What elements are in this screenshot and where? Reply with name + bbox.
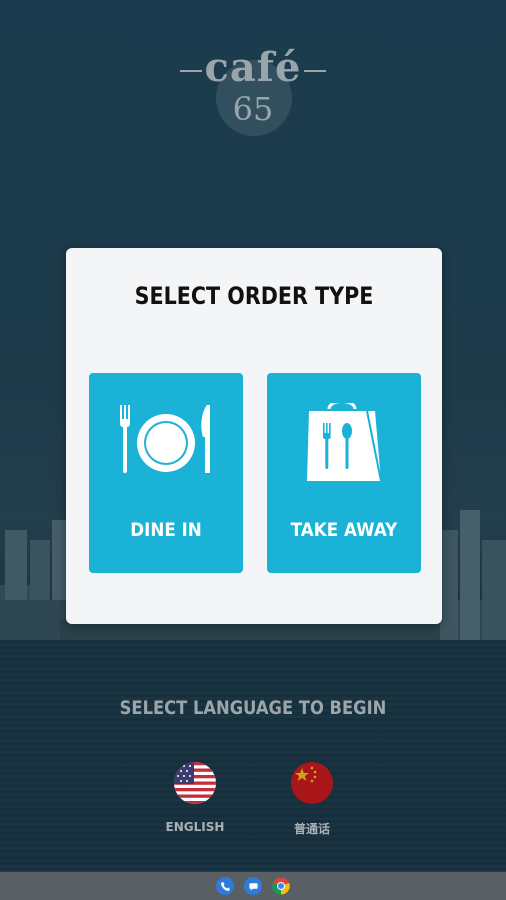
chrome-icon[interactable] xyxy=(272,877,290,895)
phone-icon[interactable] xyxy=(216,877,234,895)
language-mandarin-label: 普通话 xyxy=(293,822,330,836)
logo-brand-number: 65 xyxy=(232,90,274,128)
dine-in-label: DINE IN xyxy=(130,519,202,541)
takeaway-bag-icon xyxy=(307,403,382,482)
language-english-button[interactable]: ENGLISH xyxy=(155,762,235,834)
messages-icon[interactable] xyxy=(244,877,262,895)
select-language-title: SELECT LANGUAGE TO BEGIN xyxy=(119,697,387,719)
language-mandarin-button[interactable]: 普通话 xyxy=(272,762,352,837)
us-flag-icon xyxy=(174,762,216,804)
take-away-label: TAKE AWAY xyxy=(290,519,398,541)
take-away-button[interactable]: TAKE AWAY xyxy=(267,373,421,573)
cafe65-logo: café 65 xyxy=(178,44,328,138)
china-flag-icon xyxy=(291,762,333,804)
language-english-label: ENGLISH xyxy=(165,820,225,834)
order-type-title: SELECT ORDER TYPE xyxy=(134,282,374,310)
system-navigation-bar xyxy=(0,872,506,900)
order-type-dialog: SELECT ORDER TYPE DINE IN TAKE AWAY xyxy=(66,248,442,624)
dine-in-button[interactable]: DINE IN xyxy=(89,373,243,573)
plate-cutlery-icon xyxy=(120,405,210,473)
logo-brand-name: café xyxy=(204,44,302,91)
